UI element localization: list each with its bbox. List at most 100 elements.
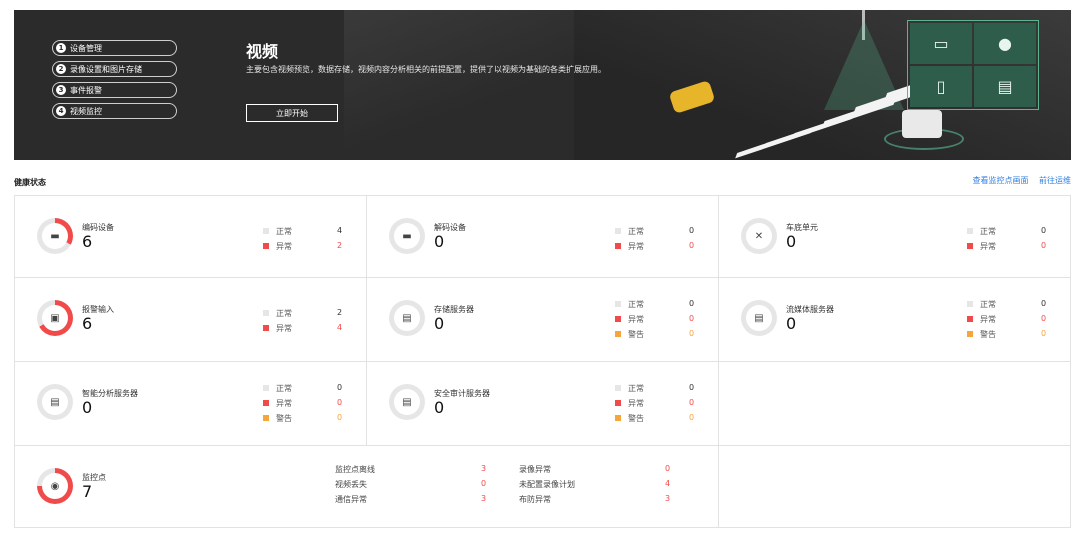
abnormal-swatch (615, 243, 621, 249)
step-number: 2 (56, 64, 66, 74)
card-total: 6 (82, 232, 93, 251)
stat-value: 0 (481, 479, 487, 488)
encoder-icon: ▬ (50, 230, 60, 242)
step-list: 1 设备管理 2 录像设置和图片存储 3 事件报警 4 视频监控 (52, 40, 177, 124)
normal-swatch (263, 228, 269, 234)
normal-swatch (615, 228, 621, 234)
card-legend: 正常 2 异常 4 (263, 307, 353, 337)
warning-count: 0 (1041, 329, 1047, 338)
stat-video-loss: 视频丢失 0 (335, 479, 495, 493)
card-monitor-point[interactable]: ◉ 监控点 7 监控点离线 3 视频丢失 0 通信异常 3 录像异常 0 未配置录像计划… (15, 446, 719, 528)
under-vehicle-icon: ✕ (754, 230, 764, 242)
normal-swatch (615, 301, 621, 307)
step-number: 1 (56, 43, 66, 53)
location-pin-icon: ● (974, 23, 1036, 64)
stat-no-schedule: 未配置录像计划 4 (519, 479, 679, 493)
legend-label: 正常 (980, 227, 996, 236)
step-device-management[interactable]: 1 设备管理 (52, 40, 177, 56)
abnormal-count: 0 (689, 241, 695, 250)
normal-swatch (615, 385, 621, 391)
stream-server-icon: ▤ (754, 312, 764, 324)
abnormal-swatch (967, 243, 973, 249)
legend-label: 正常 (628, 300, 644, 309)
step-label: 视频监控 (70, 106, 102, 116)
audit-server-icon: ▤ (402, 396, 412, 408)
card-total: 0 (434, 398, 445, 417)
step-number: 3 (56, 85, 66, 95)
normal-swatch (263, 310, 269, 316)
stat-value: 3 (481, 494, 487, 503)
legend-label: 警告 (276, 414, 292, 423)
card-total: 6 (82, 314, 93, 333)
legend-label: 正常 (980, 300, 996, 309)
card-total: 0 (786, 314, 797, 333)
abnormal-swatch (967, 316, 973, 322)
decoder-icon: ▬ (402, 230, 412, 242)
card-alarm-input[interactable]: ▣ 报警输入 6 正常 2 异常 4 (15, 278, 367, 362)
card-encoder[interactable]: ▬ 编码设备 6 正常 4 异常 2 (15, 196, 367, 278)
banner-decoration (344, 10, 584, 160)
start-button[interactable]: 立即开始 (246, 104, 338, 122)
step-number: 4 (56, 106, 66, 116)
card-storage-server[interactable]: ▤ 存储服务器 0 正常 0 异常 0 警告 0 (367, 278, 719, 362)
banner-title: 视频 (246, 42, 279, 61)
car-icon: ▭ (910, 23, 972, 64)
stat-label: 通信异常 (335, 495, 367, 504)
legend-label: 正常 (276, 227, 292, 236)
card-total: 0 (82, 398, 93, 417)
legend-label: 异常 (980, 242, 996, 251)
legend-label: 异常 (628, 399, 644, 408)
go-to-operations-link[interactable]: 前往运维 (1039, 176, 1071, 185)
warning-count: 0 (689, 329, 695, 338)
card-decoder[interactable]: ▬ 解码设备 0 正常 0 异常 0 (367, 196, 719, 278)
step-video-monitoring[interactable]: 4 视频监控 (52, 103, 177, 119)
abnormal-count: 0 (1041, 241, 1047, 250)
warning-count: 0 (337, 413, 343, 422)
card-audit-server[interactable]: ▤ 安全审计服务器 0 正常 0 异常 0 警告 0 (367, 362, 719, 446)
legend-label: 正常 (628, 384, 644, 393)
card-analysis-server[interactable]: ▤ 智能分析服务器 0 正常 0 异常 0 警告 0 (15, 362, 367, 446)
legend-label: 警告 (628, 330, 644, 339)
stat-communication: 通信异常 3 (335, 494, 495, 508)
view-monitor-points-link[interactable]: 查看监控点画面 (972, 176, 1028, 185)
stat-label: 录像异常 (519, 465, 551, 474)
legend-label: 异常 (276, 324, 292, 333)
normal-count: 0 (689, 299, 695, 308)
step-event-alarm[interactable]: 3 事件报警 (52, 82, 177, 98)
card-legend: 正常 0 异常 0 (615, 225, 705, 255)
truck-illustration (902, 110, 942, 138)
card-legend: 正常 0 异常 0 警告 0 (615, 298, 705, 343)
abnormal-count: 2 (337, 241, 343, 250)
normal-swatch (967, 301, 973, 307)
normal-count: 0 (1041, 226, 1047, 235)
card-under-vehicle[interactable]: ✕ 车底单元 0 正常 0 异常 0 (719, 196, 1071, 278)
abnormal-count: 0 (1041, 314, 1047, 323)
door-icon: ▯ (910, 66, 972, 107)
abnormal-count: 0 (337, 398, 343, 407)
abnormal-count: 0 (689, 314, 695, 323)
analysis-server-icon: ▤ (50, 396, 60, 408)
camera-icon: ◉ (50, 480, 60, 492)
stat-label: 监控点离线 (335, 465, 375, 474)
step-label: 录像设置和图片存储 (70, 64, 142, 74)
health-links: 查看监控点画面 前往运维 (964, 175, 1071, 186)
card-legend: 正常 0 异常 0 警告 0 (263, 382, 353, 427)
banner: 1 设备管理 2 录像设置和图片存储 3 事件报警 4 视频监控 视频 主要包含视频预览… (14, 10, 1071, 160)
card-total: 7 (82, 482, 93, 501)
stat-arming: 布防异常 3 (519, 494, 679, 508)
card-legend: 正常 4 异常 2 (263, 225, 353, 255)
legend-label: 警告 (980, 330, 996, 339)
abnormal-swatch (263, 400, 269, 406)
stat-label: 未配置录像计划 (519, 480, 575, 489)
step-label: 事件报警 (70, 85, 102, 95)
normal-swatch (263, 385, 269, 391)
stat-value: 3 (665, 494, 671, 503)
stat-offline: 监控点离线 3 (335, 464, 495, 478)
stat-label: 布防异常 (519, 495, 551, 504)
card-total: 0 (434, 314, 445, 333)
card-stream-server[interactable]: ▤ 流媒体服务器 0 正常 0 异常 0 警告 0 (719, 278, 1071, 362)
step-recording-storage[interactable]: 2 录像设置和图片存储 (52, 61, 177, 77)
card-legend: 正常 0 异常 0 警告 0 (615, 382, 705, 427)
warning-count: 0 (689, 413, 695, 422)
abnormal-swatch (615, 400, 621, 406)
